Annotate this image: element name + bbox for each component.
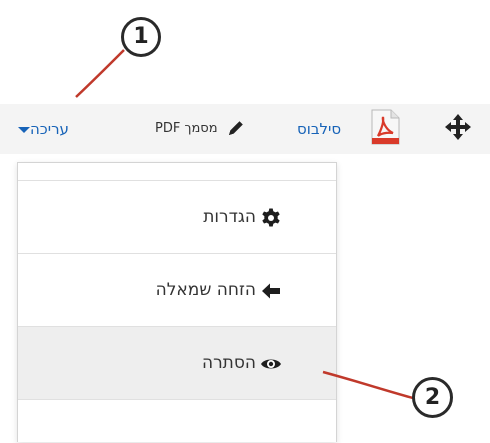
- callout-marker-2: 2: [412, 377, 453, 418]
- annotation-arrow-2: [322, 370, 414, 400]
- callout-marker-1: 1: [121, 17, 161, 57]
- annotation-arrows: [75, 49, 414, 400]
- annotation-arrow-1: [75, 49, 125, 98]
